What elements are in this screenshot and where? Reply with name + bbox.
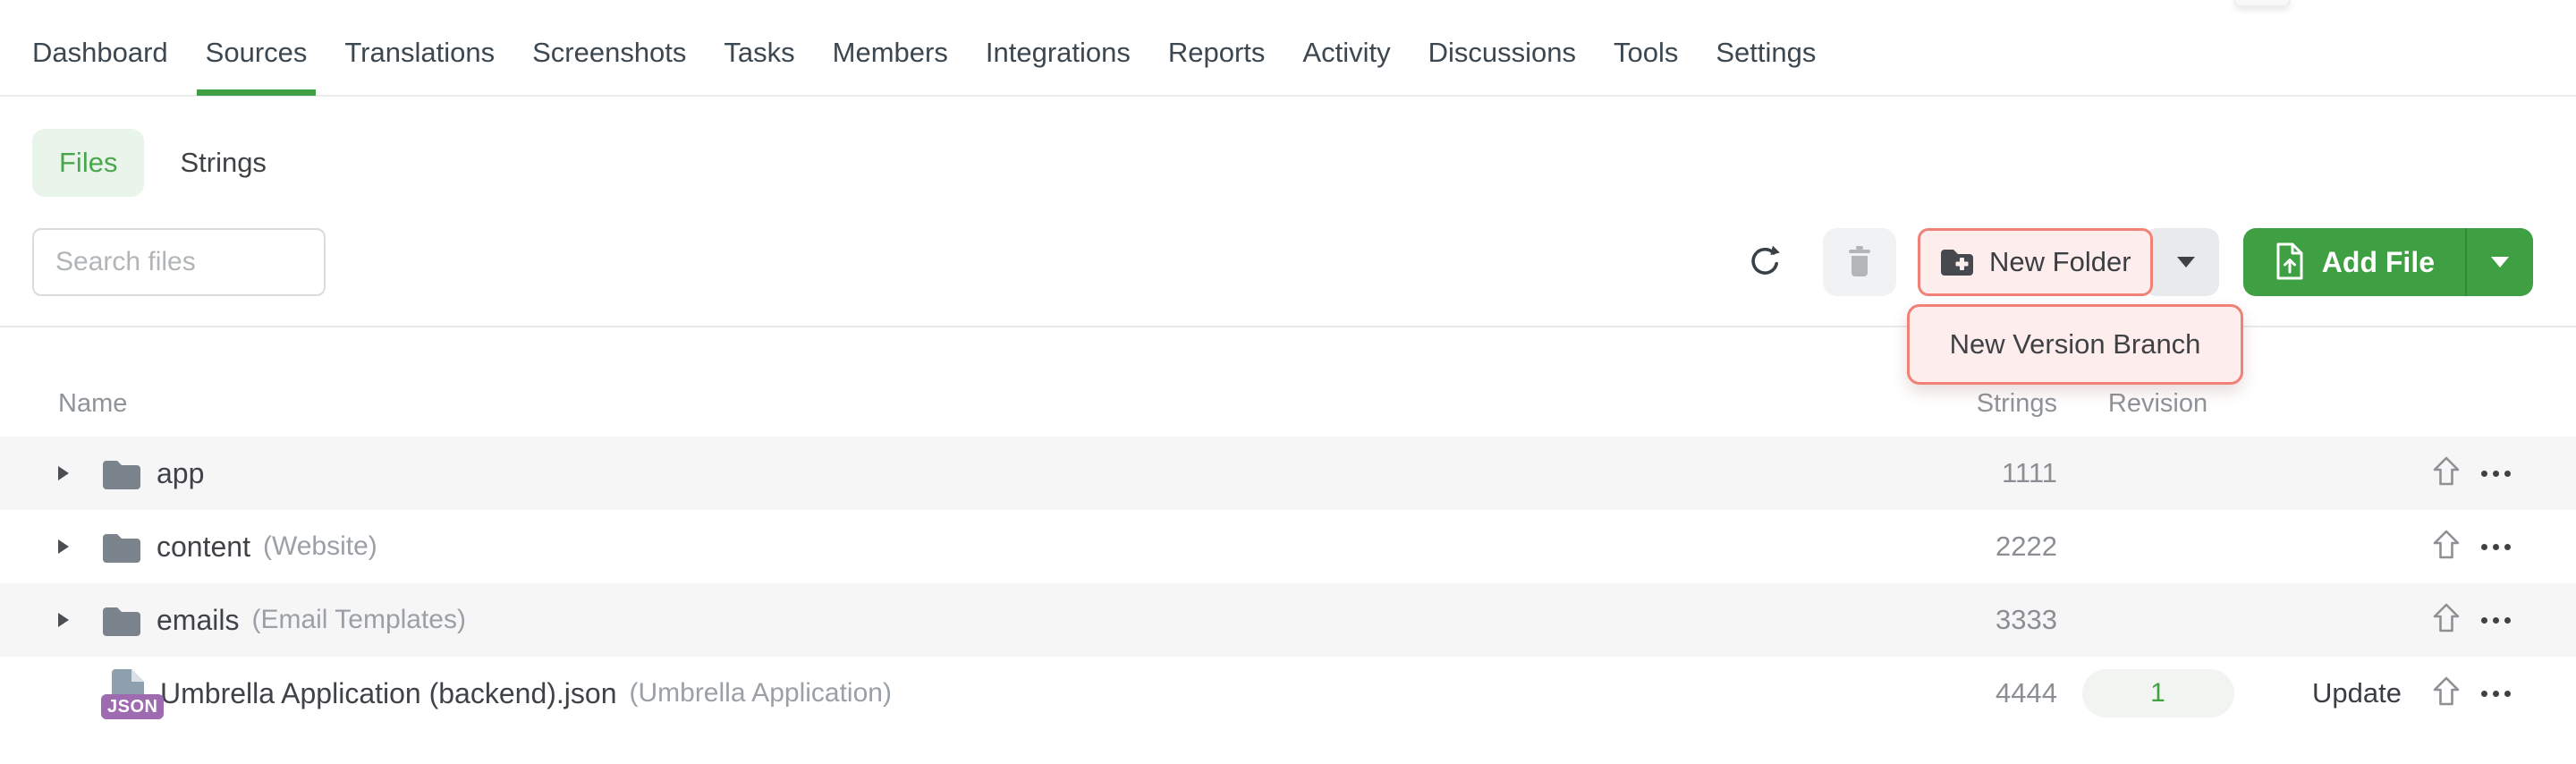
table-row-content[interactable]: content (Website) 2222 (0, 510, 2576, 583)
strings-count: 3333 (1905, 604, 2057, 636)
tab-reports[interactable]: Reports (1168, 10, 1266, 96)
tab-tools[interactable]: Tools (1614, 10, 1678, 96)
cutoff-element-top (2233, 0, 2291, 7)
folder-icon (101, 603, 142, 637)
header-revision: Revision (2057, 389, 2258, 419)
add-file-split-button: Add File (2243, 228, 2533, 296)
files-toolbar: New Folder Add File (0, 228, 2576, 296)
revision-badge: 1 (2082, 669, 2234, 717)
row-menu-button[interactable] (2481, 471, 2511, 477)
view-toggle: Files Strings (32, 129, 2576, 197)
table-row-emails[interactable]: emails (Email Templates) 3333 (0, 583, 2576, 657)
file-note: (Umbrella Application) (629, 678, 891, 709)
strings-count: 1111 (1905, 457, 2057, 489)
tab-tasks[interactable]: Tasks (724, 10, 794, 96)
row-menu-button[interactable] (2481, 617, 2511, 624)
upload-icon[interactable] (2431, 528, 2462, 566)
tab-dashboard[interactable]: Dashboard (32, 10, 168, 96)
header-name: Name (0, 389, 1905, 419)
caret-right-icon (58, 539, 69, 554)
new-folder-button[interactable]: New Folder (1918, 228, 2153, 296)
toggle-files[interactable]: Files (32, 129, 144, 197)
add-file-button[interactable]: Add File (2243, 228, 2465, 296)
trash-icon (1845, 244, 1874, 281)
strings-count: 2222 (1905, 531, 2057, 563)
new-folder-dropdown-button[interactable] (2144, 228, 2219, 296)
project-nav: Dashboard Sources Translations Screensho… (0, 0, 2576, 97)
tab-integrations[interactable]: Integrations (986, 10, 1131, 96)
header-strings: Strings (1905, 389, 2057, 419)
tab-translations[interactable]: Translations (344, 10, 495, 96)
tab-settings[interactable]: Settings (1716, 10, 1816, 96)
caret-right-icon (58, 466, 69, 480)
expand-button[interactable] (58, 613, 90, 627)
menu-item-new-version-branch[interactable]: New Version Branch (1907, 304, 2243, 385)
upload-icon[interactable] (2431, 675, 2462, 713)
search-input[interactable] (32, 228, 326, 296)
refresh-icon (1748, 244, 1782, 281)
file-name: Umbrella Application (backend).json (160, 677, 616, 710)
row-menu-button[interactable] (2481, 544, 2511, 550)
tab-sources[interactable]: Sources (206, 10, 308, 96)
upload-icon[interactable] (2431, 454, 2462, 493)
json-badge: JSON (101, 694, 164, 719)
file-note: (Website) (263, 531, 377, 562)
new-folder-split-button: New Folder (1918, 228, 2219, 296)
toolbar-actions: New Folder Add File (1748, 228, 2533, 296)
new-folder-label: New Folder (1989, 246, 2131, 278)
file-name: emails (157, 604, 239, 637)
delete-button[interactable] (1823, 228, 1896, 296)
table-row-umbrella-json[interactable]: JSON Umbrella Application (backend).json… (0, 657, 2576, 730)
caret-down-icon (2177, 257, 2195, 267)
file-note: (Email Templates) (251, 605, 466, 635)
add-file-dropdown-button[interactable] (2467, 228, 2533, 296)
caret-down-icon (2491, 257, 2509, 267)
strings-count: 4444 (1905, 677, 2057, 709)
file-upload-icon (2274, 242, 2306, 284)
tab-activity[interactable]: Activity (1302, 10, 1390, 96)
folder-plus-icon (1939, 247, 1975, 278)
tab-screenshots[interactable]: Screenshots (532, 10, 686, 96)
upload-icon[interactable] (2431, 601, 2462, 640)
update-link[interactable]: Update (2312, 677, 2402, 709)
expand-button[interactable] (58, 539, 90, 554)
refresh-button[interactable] (1748, 244, 1782, 281)
json-file-icon: JSON (101, 667, 146, 719)
file-name: app (157, 457, 204, 490)
add-file-label: Add File (2322, 246, 2435, 279)
tab-discussions[interactable]: Discussions (1428, 10, 1576, 96)
row-menu-button[interactable] (2481, 691, 2511, 697)
expand-button[interactable] (58, 466, 90, 480)
caret-right-icon (58, 613, 69, 627)
toggle-strings[interactable]: Strings (180, 147, 266, 179)
table-row-app[interactable]: app 1111 (0, 437, 2576, 510)
tab-members[interactable]: Members (833, 10, 948, 96)
file-name: content (157, 531, 250, 564)
folder-icon (101, 456, 142, 490)
folder-icon (101, 530, 142, 564)
